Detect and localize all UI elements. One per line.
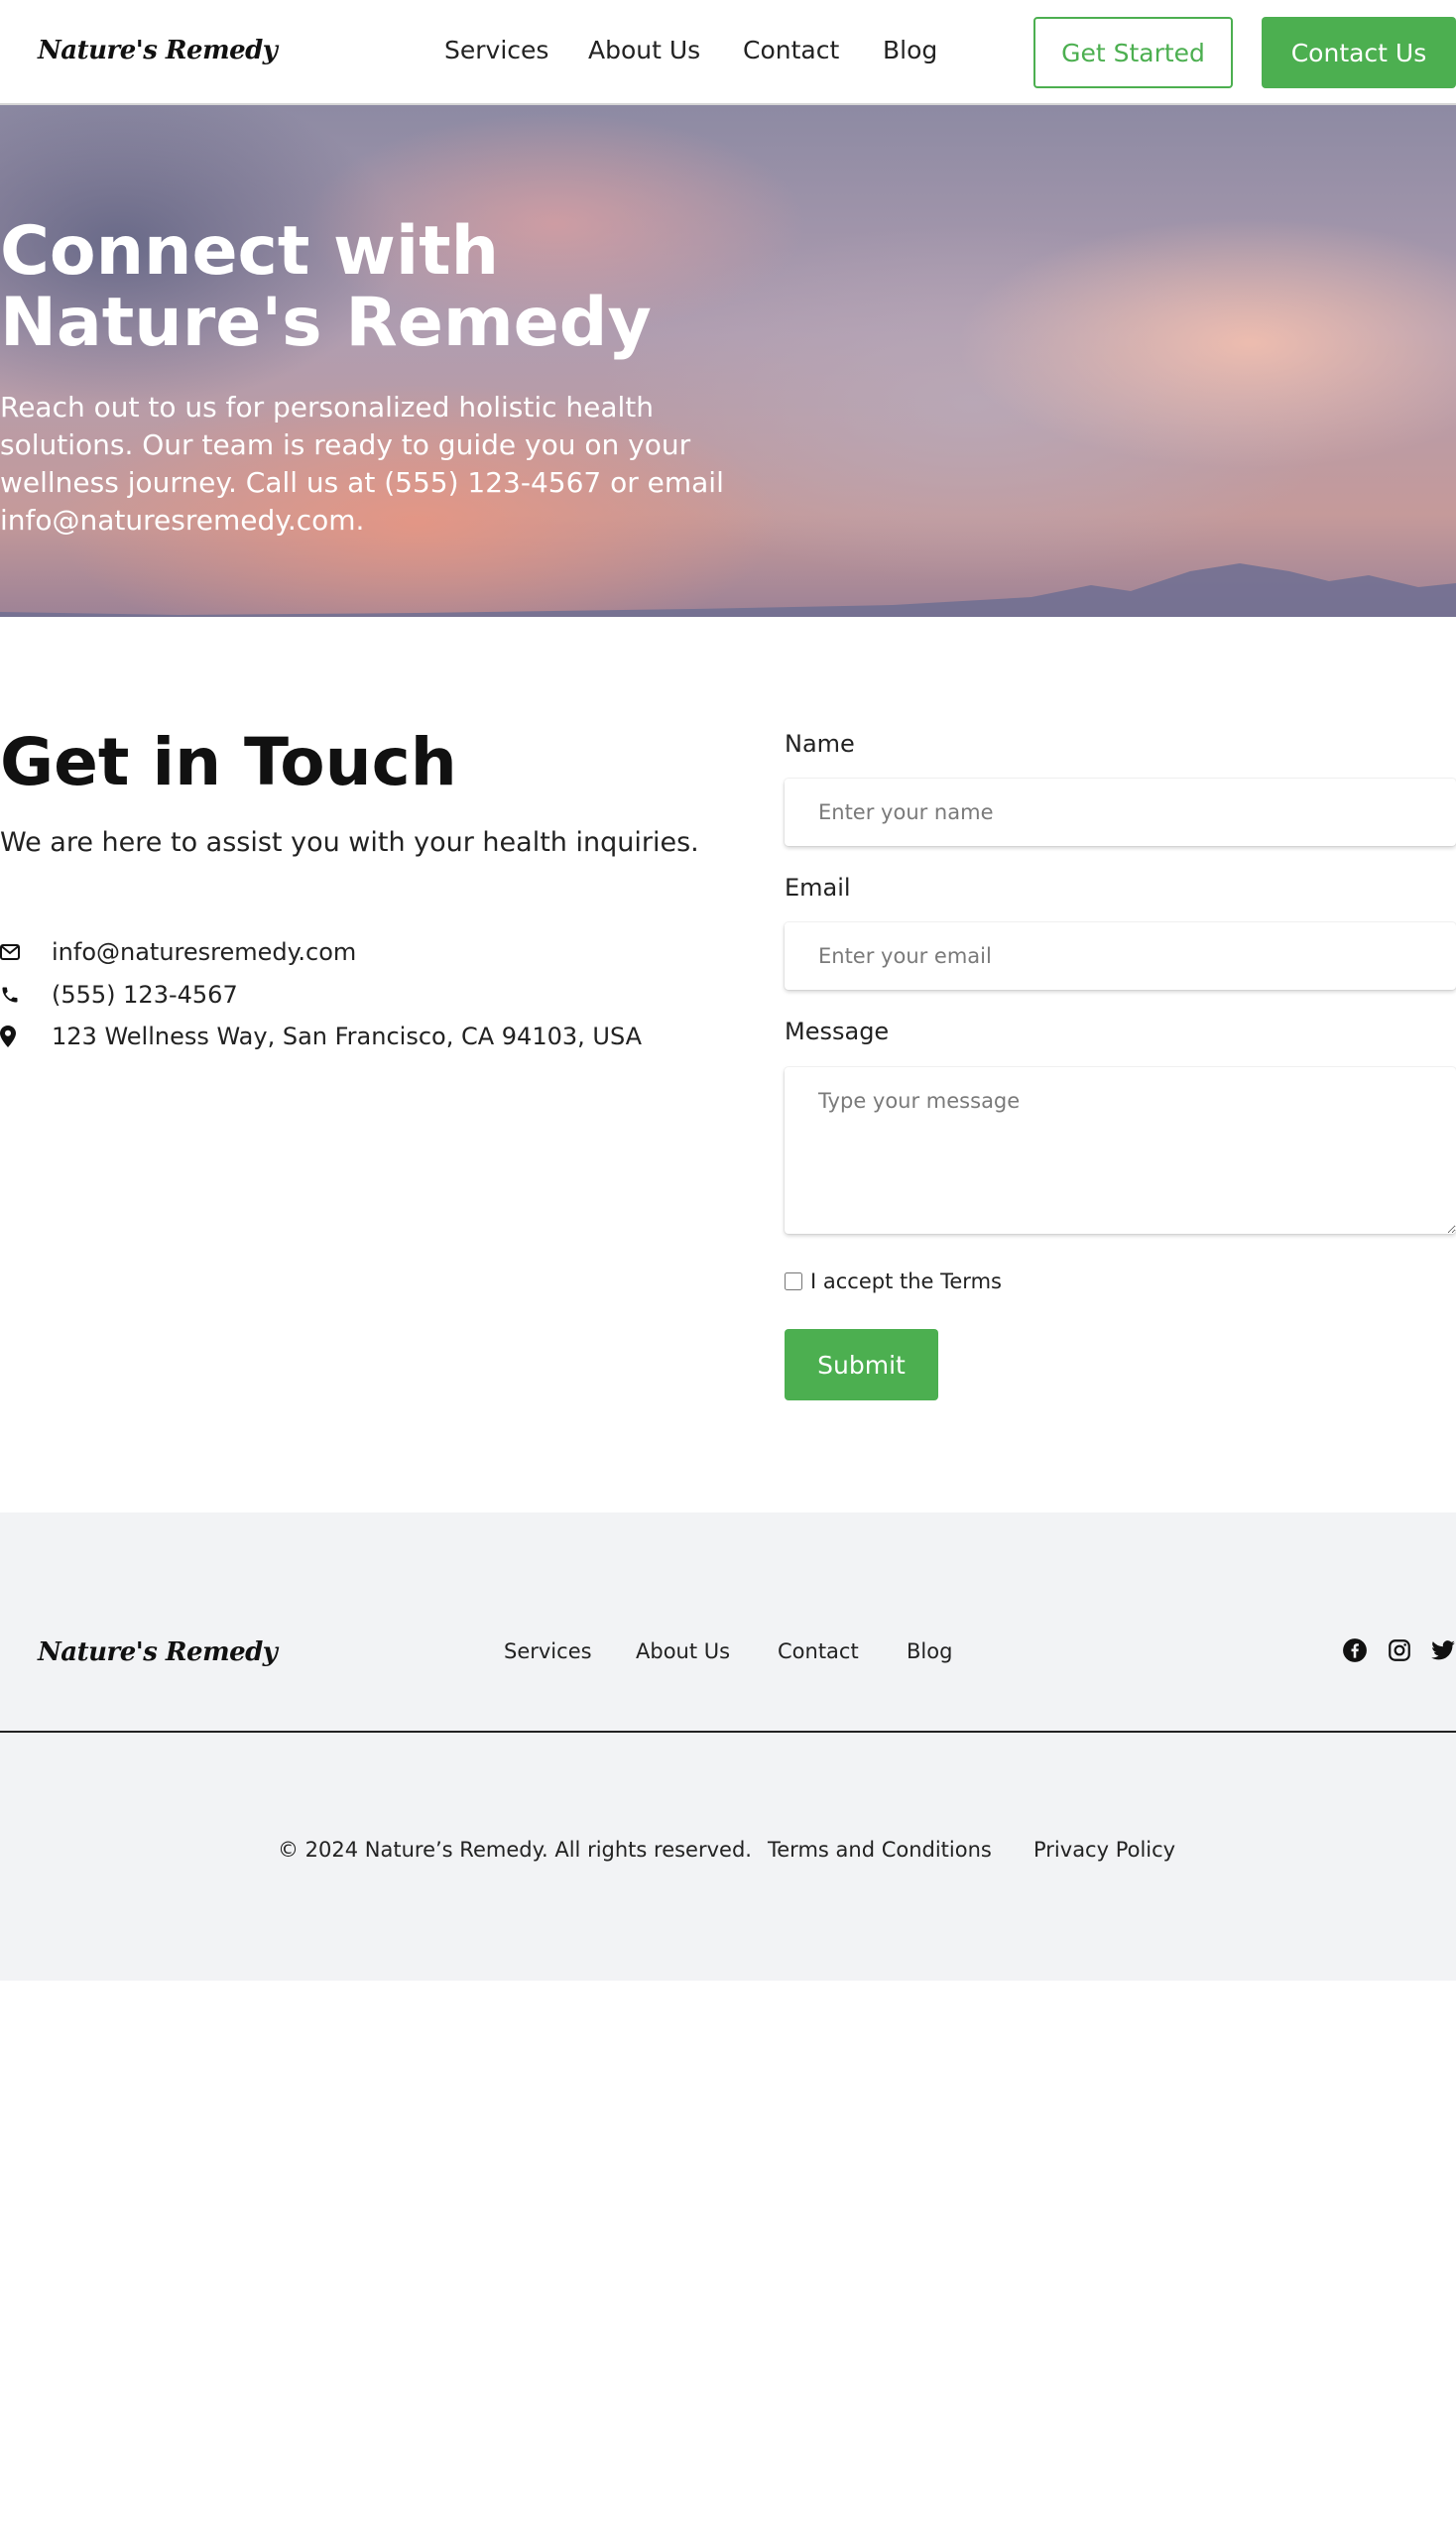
nav-link-contact[interactable]: Contact <box>743 36 839 64</box>
email-label: Email <box>785 874 851 902</box>
terms-link[interactable]: Terms and Conditions <box>768 1838 992 1862</box>
name-input[interactable] <box>785 779 1456 846</box>
contact-us-button[interactable]: Contact Us <box>1262 17 1456 88</box>
terms-checkbox-label[interactable]: I accept the Terms <box>810 1270 1002 1293</box>
map-pin-icon <box>0 1026 52 1047</box>
name-label: Name <box>785 730 855 758</box>
get-started-button[interactable]: Get Started <box>1033 17 1233 88</box>
terms-checkbox-row: I accept the Terms <box>785 1270 1002 1293</box>
message-textarea[interactable] <box>785 1067 1456 1234</box>
submit-button[interactable]: Submit <box>785 1329 938 1400</box>
footer-link-services[interactable]: Services <box>504 1639 592 1663</box>
facebook-icon[interactable] <box>1342 1637 1368 1663</box>
contact-address: 123 Wellness Way, San Francisco, CA 9410… <box>52 1023 643 1050</box>
footer-link-blog[interactable]: Blog <box>907 1639 952 1663</box>
footer-link-contact[interactable]: Contact <box>778 1639 859 1663</box>
nav-link-about-us[interactable]: About Us <box>588 36 700 64</box>
site-footer: Nature's Remedy Services About Us Contac… <box>0 1512 1456 1981</box>
twitter-icon[interactable] <box>1430 1637 1456 1663</box>
footer-divider <box>0 1731 1456 1733</box>
site-logo[interactable]: Nature's Remedy <box>38 36 278 65</box>
copyright-text: © 2024 Nature’s Remedy. All rights reser… <box>278 1838 752 1862</box>
footer-logo[interactable]: Nature's Remedy <box>38 1637 278 1667</box>
message-label: Message <box>785 1018 890 1045</box>
mountain-silhouette <box>0 563 1456 617</box>
site-header: Nature's Remedy Services About Us Contac… <box>0 0 1456 105</box>
contact-email[interactable]: info@naturesremedy.com <box>52 938 356 966</box>
nav-link-services[interactable]: Services <box>444 36 548 64</box>
footer-link-about-us[interactable]: About Us <box>636 1639 730 1663</box>
contact-address-row: 123 Wellness Way, San Francisco, CA 9410… <box>0 1022 642 1051</box>
hero-title: Connect with Nature's Remedy <box>0 212 652 362</box>
contact-phone[interactable]: (555) 123-4567 <box>52 981 238 1009</box>
nav-link-blog[interactable]: Blog <box>883 36 937 64</box>
hero-banner: Connect with Nature's Remedy Reach out t… <box>0 105 1456 617</box>
phone-icon <box>0 985 52 1005</box>
contact-section-subtitle: We are here to assist you with your heal… <box>0 827 699 858</box>
contact-phone-row: (555) 123-4567 <box>0 980 238 1010</box>
envelope-icon <box>0 944 52 960</box>
privacy-link[interactable]: Privacy Policy <box>1033 1838 1175 1862</box>
contact-email-row: info@naturesremedy.com <box>0 937 356 967</box>
contact-section-title: Get in Touch <box>0 724 457 800</box>
terms-checkbox[interactable] <box>785 1272 802 1290</box>
instagram-icon[interactable] <box>1387 1637 1412 1663</box>
email-input[interactable] <box>785 922 1456 990</box>
hero-description: Reach out to us for personalized holisti… <box>0 391 724 537</box>
